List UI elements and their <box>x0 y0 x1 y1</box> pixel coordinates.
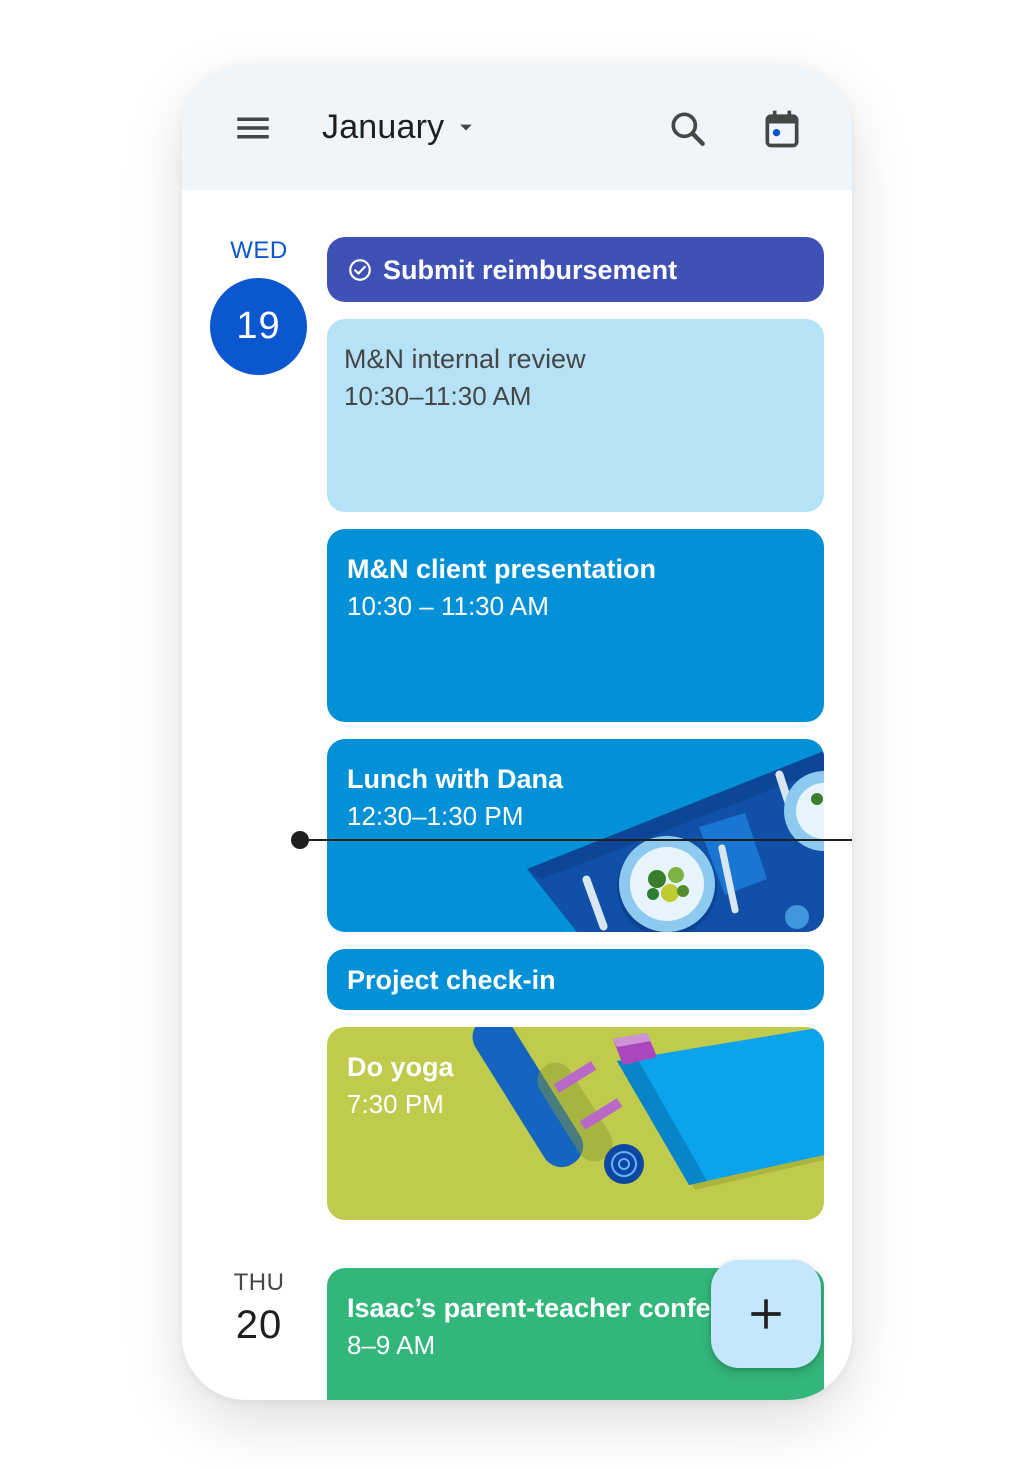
day-weekday-thu: THU <box>233 1269 285 1296</box>
event-project-check-in[interactable]: Project check-in <box>327 949 824 1010</box>
event-do-yoga[interactable]: Do yoga 7:30 PM <box>327 1027 824 1220</box>
top-app-bar: January <box>182 65 852 190</box>
create-event-fab[interactable] <box>711 1260 821 1368</box>
day-date-thu[interactable]: 20 <box>204 1303 314 1348</box>
event-title: M&N client presentation <box>347 554 657 584</box>
event-title: M&N internal review <box>344 344 586 374</box>
today-calendar-icon[interactable] <box>760 107 804 151</box>
event-title: Submit reimbursement <box>383 254 678 285</box>
month-selector[interactable]: January <box>322 103 480 151</box>
month-label: January <box>322 107 445 146</box>
current-time-line <box>300 839 852 841</box>
check-circle-icon <box>349 258 371 281</box>
event-submit-reimbursement[interactable]: Submit reimbursement <box>327 237 824 302</box>
event-time: 12:30–1:30 PM <box>347 801 524 831</box>
phone-frame: January WED 19 Submit reimbursement M&N … <box>182 65 852 1400</box>
event-title: Do yoga <box>347 1052 454 1082</box>
event-title: Project check-in <box>347 964 556 995</box>
search-icon[interactable] <box>666 107 710 151</box>
menu-icon[interactable] <box>232 107 274 149</box>
arrow-drop-down-icon <box>460 124 473 131</box>
event-time: 10:30–11:30 AM <box>344 381 532 411</box>
add-icon <box>751 1299 781 1329</box>
event-time: 10:30 – 11:30 AM <box>347 591 549 621</box>
event-time: 7:30 PM <box>347 1089 444 1119</box>
today-date-circle[interactable]: 19 <box>210 278 307 375</box>
event-title: Lunch with Dana <box>347 764 563 794</box>
event-internal-review[interactable]: M&N internal review 10:30–11:30 AM <box>327 319 824 512</box>
current-time-dot <box>291 831 309 849</box>
event-client-presentation[interactable]: M&N client presentation 10:30 – 11:30 AM <box>327 529 824 722</box>
day-weekday-wed: WED <box>230 237 288 264</box>
event-lunch-with-dana[interactable]: Lunch with Dana 12:30–1:30 PM <box>327 739 824 932</box>
